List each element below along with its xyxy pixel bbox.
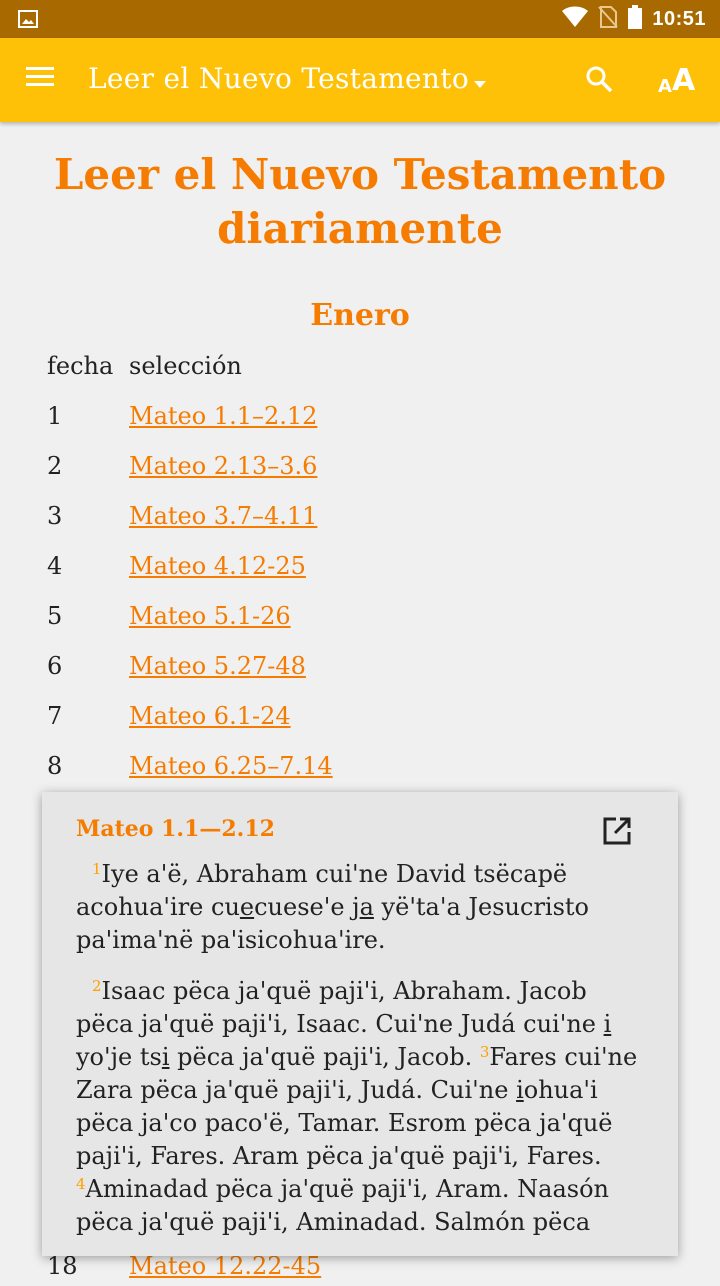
popup-verse-text: 1Iye a'ë, Abraham cui'ne David tsëcapë a… xyxy=(76,858,646,1256)
reading-link[interactable]: Mateo 6.1-24 xyxy=(129,702,291,730)
reading-link[interactable]: Mateo 1.1–2.12 xyxy=(129,402,317,430)
battery-icon xyxy=(628,4,643,34)
day-number: 1 xyxy=(47,402,63,430)
day-number: 3 xyxy=(47,502,63,530)
no-sim-icon xyxy=(598,5,619,34)
day-number: 18 xyxy=(47,1252,78,1280)
day-number: 4 xyxy=(47,552,63,580)
verse-number: 2 xyxy=(92,977,102,995)
wifi-icon xyxy=(562,6,589,33)
reading-link[interactable]: Mateo 5.1-26 xyxy=(129,602,291,630)
verse-number: 1 xyxy=(92,860,102,878)
reading-link[interactable]: Mateo 12.22-45 xyxy=(129,1252,321,1280)
verse-number: 4 xyxy=(76,1175,86,1193)
app-bar-title[interactable]: Leer el Nuevo Testamento xyxy=(88,62,469,95)
selection-column-header: selección xyxy=(129,352,242,380)
dropdown-arrow-icon[interactable] xyxy=(472,74,488,93)
status-bar: 10:51 xyxy=(0,0,720,38)
day-number: 5 xyxy=(47,602,63,630)
page-title: Leer el Nuevo Testamento diariamente xyxy=(53,150,667,253)
open-external-icon[interactable] xyxy=(602,816,632,850)
svg-text:A: A xyxy=(672,63,696,96)
date-column-header: fecha xyxy=(47,352,114,380)
verse-paragraph: 2Isaac pëca ja'quë paji'i, Abraham. Jaco… xyxy=(76,977,638,1236)
reading-link[interactable]: Mateo 2.13–3.6 xyxy=(129,452,317,480)
month-heading: Enero xyxy=(310,298,410,333)
search-icon[interactable] xyxy=(584,64,614,98)
verse-paragraph: 1Iye a'ë, Abraham cui'ne David tsëcapë a… xyxy=(76,860,589,954)
popup-reference: Mateo 1.1—2.12 xyxy=(76,816,275,842)
text-size-icon[interactable]: AA xyxy=(658,62,698,100)
day-number: 8 xyxy=(47,752,63,780)
app-bar: Leer el Nuevo Testamento AA xyxy=(0,38,720,122)
reading-link[interactable]: Mateo 5.27-48 xyxy=(129,652,306,680)
reading-link[interactable]: Mateo 3.7–4.11 xyxy=(129,502,317,530)
menu-icon[interactable] xyxy=(24,64,56,94)
image-icon xyxy=(18,10,38,33)
day-number: 2 xyxy=(47,452,63,480)
reading-link[interactable]: Mateo 4.12-25 xyxy=(129,552,306,580)
reading-link[interactable]: Mateo 6.25–7.14 xyxy=(129,752,333,780)
verse-number: 3 xyxy=(479,1043,490,1061)
day-number: 6 xyxy=(47,652,63,680)
day-number: 7 xyxy=(47,702,63,730)
svg-text:A: A xyxy=(658,76,672,96)
clock: 10:51 xyxy=(652,7,706,30)
verse-preview-popup[interactable]: Mateo 1.1—2.12 1Iye a'ë, Abraham cui'ne … xyxy=(42,792,678,1256)
